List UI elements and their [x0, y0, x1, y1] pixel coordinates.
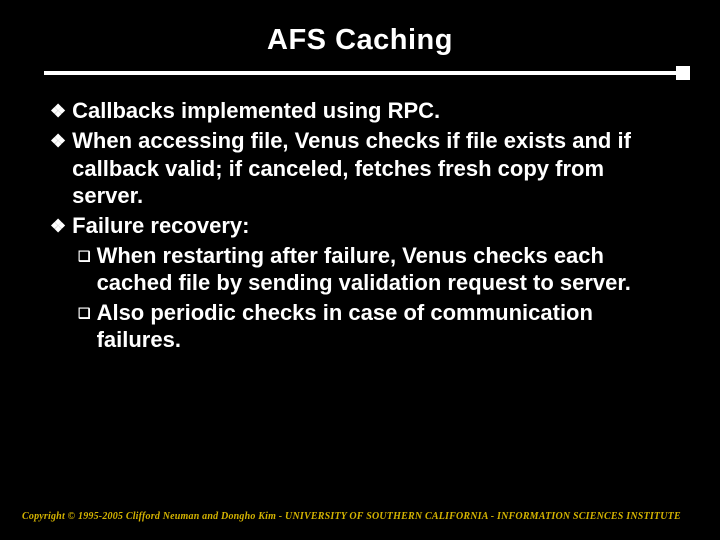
rule-line [44, 71, 676, 75]
diamond-bullet-icon: ❖ [50, 212, 66, 240]
sub-bullet-text: When restarting after failure, Venus che… [97, 242, 670, 297]
slide-title: AFS Caching [0, 0, 720, 71]
square-bullet-icon: ❑ [78, 242, 91, 297]
square-bullet-icon: ❑ [78, 299, 91, 354]
bullet-item: ❖ Callbacks implemented using RPC. [50, 97, 670, 125]
title-rule [0, 71, 720, 75]
sub-bullet-item: ❑ Also periodic checks in case of commun… [78, 299, 670, 354]
sub-list: ❑ When restarting after failure, Venus c… [50, 242, 670, 354]
bullet-item: ❖ Failure recovery: [50, 212, 670, 240]
sub-bullet-text: Also periodic checks in case of communic… [97, 299, 670, 354]
bullet-text: Failure recovery: [72, 212, 670, 240]
bullet-text: Callbacks implemented using RPC. [72, 97, 670, 125]
copyright-footer: Copyright © 1995-2005 Clifford Neuman an… [22, 511, 681, 522]
sub-bullet-item: ❑ When restarting after failure, Venus c… [78, 242, 670, 297]
content-area: ❖ Callbacks implemented using RPC. ❖ Whe… [0, 75, 720, 354]
diamond-bullet-icon: ❖ [50, 97, 66, 125]
slide: AFS Caching ❖ Callbacks implemented usin… [0, 0, 720, 540]
bullet-text: When accessing file, Venus checks if fil… [72, 127, 670, 210]
diamond-bullet-icon: ❖ [50, 127, 66, 210]
bullet-item: ❖ When accessing file, Venus checks if f… [50, 127, 670, 210]
rule-endcap [676, 66, 690, 80]
